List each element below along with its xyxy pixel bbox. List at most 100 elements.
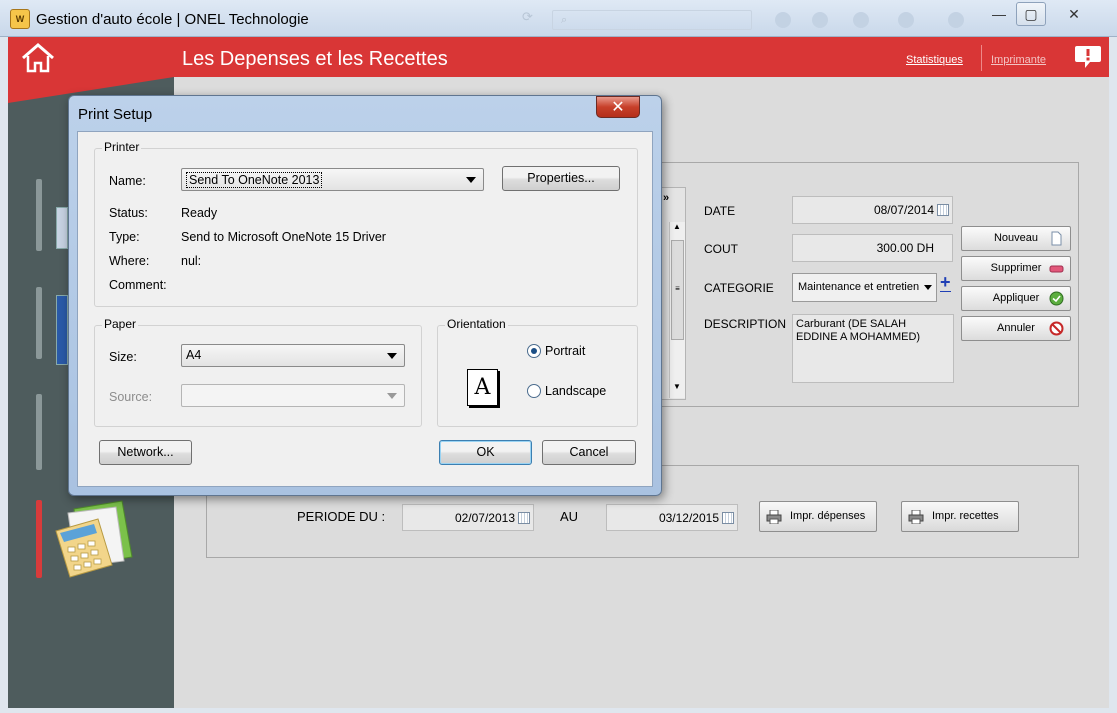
page-orientation-preview-icon: A <box>467 369 498 406</box>
printer-icon <box>766 510 782 524</box>
periode-du-label: PERIODE DU : <box>297 509 386 524</box>
orientation-group: Orientation A <box>437 317 638 427</box>
chevron-down-icon <box>387 353 397 359</box>
ghost-refresh-icon: ⟳ <box>522 9 533 24</box>
cout-field[interactable]: 300.00 DH <box>792 234 953 262</box>
paper-size-value: A4 <box>186 348 202 362</box>
network-button[interactable]: Network... <box>99 440 192 465</box>
help-icon[interactable] <box>1073 43 1103 71</box>
annuler-button[interactable]: Annuler <box>961 316 1071 341</box>
ghost-fav-icon <box>775 12 791 28</box>
appliquer-button[interactable]: Appliquer <box>961 286 1071 311</box>
date-label: DATE <box>704 204 736 218</box>
periode-du-field[interactable]: 02/07/2013 <box>402 504 534 531</box>
chevron-down-icon <box>466 177 476 183</box>
print-setup-dialog: Print Setup ✕ Printer Name: Send To OneN… <box>68 95 662 496</box>
nouveau-label: Nouveau <box>993 232 1039 244</box>
window-title: Gestion d'auto école | ONEL Technologie <box>36 11 309 28</box>
page-title: Les Depenses et les Recettes <box>182 48 448 70</box>
description-field[interactable]: Carburant (DE SALAH EDDINE A MOHAMMED) <box>792 314 954 383</box>
minimize-icon[interactable]: — <box>984 2 1014 26</box>
ghost-fav-icon <box>948 12 964 28</box>
paper-source-select[interactable] <box>181 384 405 407</box>
maximize-icon[interactable]: ▢ <box>1016 2 1046 26</box>
appliquer-label: Appliquer <box>992 292 1040 304</box>
periode-au-label: AU <box>560 509 579 524</box>
source-label: Source: <box>109 390 153 404</box>
status-value: Ready <box>181 206 218 220</box>
where-label: Where: <box>109 254 150 268</box>
ghost-fav-icon <box>812 12 828 28</box>
cancel-forbidden-icon <box>1049 321 1064 336</box>
calendar-icon[interactable] <box>722 512 734 524</box>
close-icon[interactable]: ✕ <box>596 96 640 118</box>
sidebar-item-depenses[interactable] <box>36 500 42 578</box>
ghost-fav-icon <box>853 12 869 28</box>
printer-icon <box>908 510 924 524</box>
print-receipts-button[interactable]: Impr. recettes <box>901 501 1019 532</box>
paper-size-select[interactable]: A4 <box>181 344 405 367</box>
paper-group-title: Paper <box>102 317 139 331</box>
sidebar-item-1[interactable] <box>36 179 42 251</box>
ok-button[interactable]: OK <box>439 440 532 465</box>
nouveau-button[interactable]: Nouveau <box>961 226 1071 251</box>
list-scrollbar[interactable]: ▲ ≡ ▼ <box>669 222 685 398</box>
periode-au-field[interactable]: 03/12/2015 <box>606 504 738 531</box>
properties-button[interactable]: Properties... <box>502 166 620 191</box>
portrait-radio[interactable] <box>527 344 541 358</box>
print-expenses-label: Impr. dépenses <box>790 510 866 522</box>
supprimer-label: Supprimer <box>990 262 1042 274</box>
calendar-icon[interactable] <box>937 204 949 216</box>
chevron-down-icon <box>924 285 932 290</box>
calculator-folder-icon <box>55 500 133 578</box>
sidebar-item-3[interactable] <box>36 394 42 470</box>
printer-group-title: Printer <box>102 140 142 154</box>
date-field[interactable]: 08/07/2014 <box>792 196 953 224</box>
ghost-search-box: ⌕ <box>552 10 752 30</box>
add-categorie-icon[interactable]: + <box>940 273 951 292</box>
list-expand-icon[interactable]: » <box>663 192 669 204</box>
type-label: Type: <box>109 230 140 244</box>
printer-name-select[interactable]: Send To OneNote 2013 <box>181 168 484 191</box>
new-page-icon <box>1051 231 1062 246</box>
name-label: Name: <box>109 174 146 188</box>
wd-app-icon: W <box>10 9 30 29</box>
home-icon[interactable] <box>21 43 55 73</box>
sidebar-item-2-icon <box>56 295 68 365</box>
close-icon[interactable]: ✕ <box>1050 2 1098 26</box>
portrait-label[interactable]: Portrait <box>545 344 585 358</box>
calendar-icon[interactable] <box>518 512 530 524</box>
eraser-icon <box>1049 265 1064 273</box>
sidebar-item-2[interactable] <box>36 287 42 359</box>
chevron-down-icon <box>387 393 397 399</box>
cout-value: 300.00 DH <box>876 241 934 255</box>
print-link[interactable]: Imprimante <box>991 54 1046 66</box>
page-header: Les Depenses et les Recettes Statistique… <box>174 37 1109 77</box>
window-titlebar: W Gestion d'auto école | ONEL Technologi… <box>0 0 1117 37</box>
apply-check-icon <box>1049 291 1064 306</box>
scroll-up-icon[interactable]: ▲ <box>673 222 681 231</box>
sidebar-item-1-icon <box>56 207 68 249</box>
annuler-label: Annuler <box>997 322 1035 334</box>
periode-au-value: 03/12/2015 <box>658 511 719 525</box>
where-value: nul: <box>181 254 202 268</box>
type-value: Send to Microsoft OneNote 15 Driver <box>181 230 386 244</box>
scroll-down-icon[interactable]: ▼ <box>673 382 681 391</box>
categorie-select[interactable]: Maintenance et entretien <box>792 273 937 302</box>
periode-du-value: 02/07/2013 <box>454 511 515 525</box>
date-value: 08/07/2014 <box>873 203 934 217</box>
print-expenses-button[interactable]: Impr. dépenses <box>759 501 877 532</box>
dialog-title: Print Setup <box>78 106 153 123</box>
categorie-label: CATEGORIE <box>704 281 774 295</box>
cancel-button[interactable]: Cancel <box>542 440 636 465</box>
landscape-label[interactable]: Landscape <box>545 384 606 398</box>
printer-name-value: Send To OneNote 2013 <box>186 172 323 188</box>
scroll-thumb[interactable]: ≡ <box>671 240 684 340</box>
statistics-link[interactable]: Statistiques <box>906 54 963 66</box>
landscape-radio[interactable] <box>527 384 541 398</box>
description-label: DESCRIPTION <box>704 317 787 331</box>
header-divider <box>981 45 982 71</box>
comment-label: Comment: <box>109 278 167 292</box>
supprimer-button[interactable]: Supprimer <box>961 256 1071 281</box>
orientation-group-title: Orientation <box>445 317 508 331</box>
